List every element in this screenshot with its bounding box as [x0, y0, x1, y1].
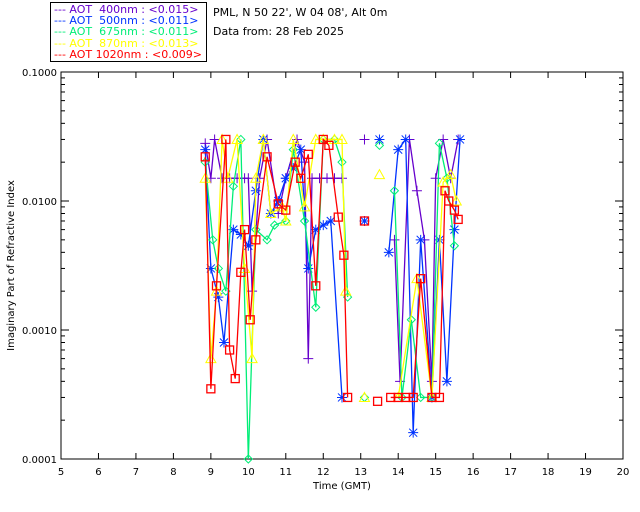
x-tick-label: 11	[279, 467, 292, 478]
data-point-plus	[359, 134, 370, 145]
data-point-plus	[430, 173, 441, 184]
x-tick-label: 10	[242, 467, 255, 478]
x-tick-label: 7	[133, 467, 139, 478]
data-point-asterisk	[441, 376, 452, 387]
data-point-asterisk	[449, 224, 460, 235]
x-tick-label: 19	[579, 467, 592, 478]
x-tick-label: 5	[58, 467, 64, 478]
data-point-asterisk	[455, 134, 466, 145]
x-tick-label: 17	[504, 467, 517, 478]
x-tick-label: 15	[429, 467, 442, 478]
x-tick-label: 18	[542, 467, 555, 478]
x-tick-label: 16	[467, 467, 480, 478]
data-point-asterisk	[374, 134, 385, 145]
data-point-asterisk	[383, 247, 394, 258]
data-point-square	[372, 396, 383, 406]
data-point-asterisk	[415, 234, 426, 245]
y-tick-label: 0.1000	[22, 68, 57, 79]
data-point-triangle	[373, 168, 386, 180]
chart: 5 6 7 8 9 10 11 12 13 14 15 16 17 18 19 20 0.0001 0.0010 0…	[6, 68, 630, 492]
data-point-asterisk	[400, 134, 411, 145]
data-point-plus	[389, 234, 400, 245]
data-point-asterisk	[393, 144, 404, 155]
x-tick-label: 20	[617, 467, 630, 478]
y-tick-label: 0.0010	[22, 326, 57, 337]
y-axis-label: Imaginary Part of Refractive Index	[6, 180, 17, 351]
x-tick-label: 6	[95, 467, 101, 478]
x-tick-label: 12	[317, 467, 330, 478]
x-tick-label: 14	[392, 467, 405, 478]
x-tick-label: 9	[208, 467, 214, 478]
y-tick-label: 0.0100	[22, 197, 57, 208]
data-point-plus	[411, 185, 422, 196]
y-tick-label: 0.0001	[22, 455, 57, 466]
data-point-asterisk	[408, 427, 419, 438]
data-point-asterisk	[213, 292, 224, 303]
x-tick-label: 13	[354, 467, 367, 478]
data-point-plus	[303, 353, 314, 364]
x-axis-label: Time (GMT)	[312, 481, 371, 492]
x-tick-label: 8	[170, 467, 176, 478]
